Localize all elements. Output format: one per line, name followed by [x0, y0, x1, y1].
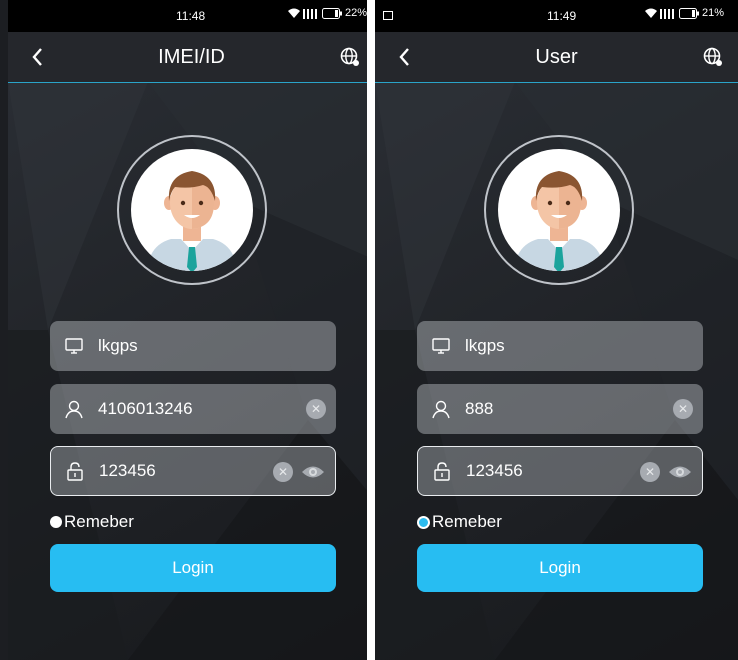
server-field[interactable] — [50, 321, 336, 371]
page-title: IMEI/ID — [158, 45, 225, 68]
remember-radio[interactable] — [417, 515, 430, 529]
server-field[interactable] — [417, 321, 703, 371]
eye-icon[interactable] — [301, 463, 325, 481]
user-icon — [432, 400, 450, 419]
avatar — [131, 149, 253, 271]
clear-icon[interactable]: ✕ — [306, 399, 326, 419]
status-time: 11:48 — [176, 9, 206, 23]
remember-label: Remeber — [64, 512, 134, 531]
signal-icon — [303, 8, 317, 19]
password-input[interactable] — [99, 461, 259, 481]
battery-icon — [322, 7, 342, 19]
password-field[interactable]: ✕ — [417, 446, 703, 496]
signal-icon — [660, 8, 674, 19]
back-arrow-icon[interactable] — [26, 45, 50, 69]
account-field[interactable]: ✕ — [50, 384, 336, 434]
eye-icon[interactable] — [668, 463, 692, 481]
clear-icon[interactable]: ✕ — [273, 462, 293, 482]
monitor-icon — [432, 338, 450, 354]
status-bar: 11:48 22% — [8, 0, 375, 32]
remember-checkbox[interactable]: Remeber — [50, 512, 134, 532]
battery-icon — [679, 7, 699, 19]
wifi-icon — [645, 8, 657, 18]
avatar-illustration — [514, 171, 604, 271]
login-screen-imei: 11:48 22% IMEI/ID lkgps 4106013246 ✕ 123… — [8, 0, 375, 660]
clear-icon[interactable]: ✕ — [673, 399, 693, 419]
account-input[interactable] — [465, 399, 625, 419]
globe-icon[interactable] — [702, 46, 724, 68]
globe-icon[interactable] — [339, 46, 361, 68]
account-input[interactable] — [98, 399, 258, 419]
remember-radio[interactable] — [50, 516, 62, 528]
account-field[interactable]: ✕ — [417, 384, 703, 434]
monitor-icon — [65, 338, 83, 354]
password-input[interactable] — [466, 461, 626, 481]
password-field[interactable]: ✕ — [50, 446, 336, 496]
remember-checkbox[interactable]: Remeber — [417, 512, 502, 532]
status-icons: 22% — [288, 7, 367, 19]
gallery-notification-icon — [383, 11, 393, 20]
server-input[interactable] — [465, 336, 625, 356]
status-time: 11:49 — [547, 9, 577, 23]
avatar — [498, 149, 620, 271]
nav-bar: IMEI/ID — [8, 32, 375, 83]
battery-percent: 21% — [702, 7, 725, 19]
nav-bar: User — [375, 32, 738, 83]
lock-icon — [67, 462, 83, 481]
avatar-illustration — [147, 171, 237, 271]
status-bar: 11:49 21% — [375, 0, 738, 32]
remember-label: Remeber — [432, 512, 502, 531]
login-button[interactable]: Login — [50, 544, 336, 592]
login-button[interactable]: Login — [417, 544, 703, 592]
screen-divider — [367, 0, 375, 660]
server-input[interactable] — [98, 336, 258, 356]
status-icons: 21% — [645, 7, 724, 19]
login-screen-user: 11:49 21% User lkgps 888 ✕ 123456 ✕ Reme… — [375, 0, 738, 660]
lock-icon — [434, 462, 450, 481]
avatar-ring — [117, 135, 267, 285]
back-arrow-icon[interactable] — [393, 45, 417, 69]
clear-icon[interactable]: ✕ — [640, 462, 660, 482]
wifi-icon — [288, 8, 300, 18]
battery-percent: 22% — [345, 7, 368, 19]
page-title: User — [535, 45, 578, 68]
avatar-ring — [484, 135, 634, 285]
user-icon — [65, 400, 83, 419]
